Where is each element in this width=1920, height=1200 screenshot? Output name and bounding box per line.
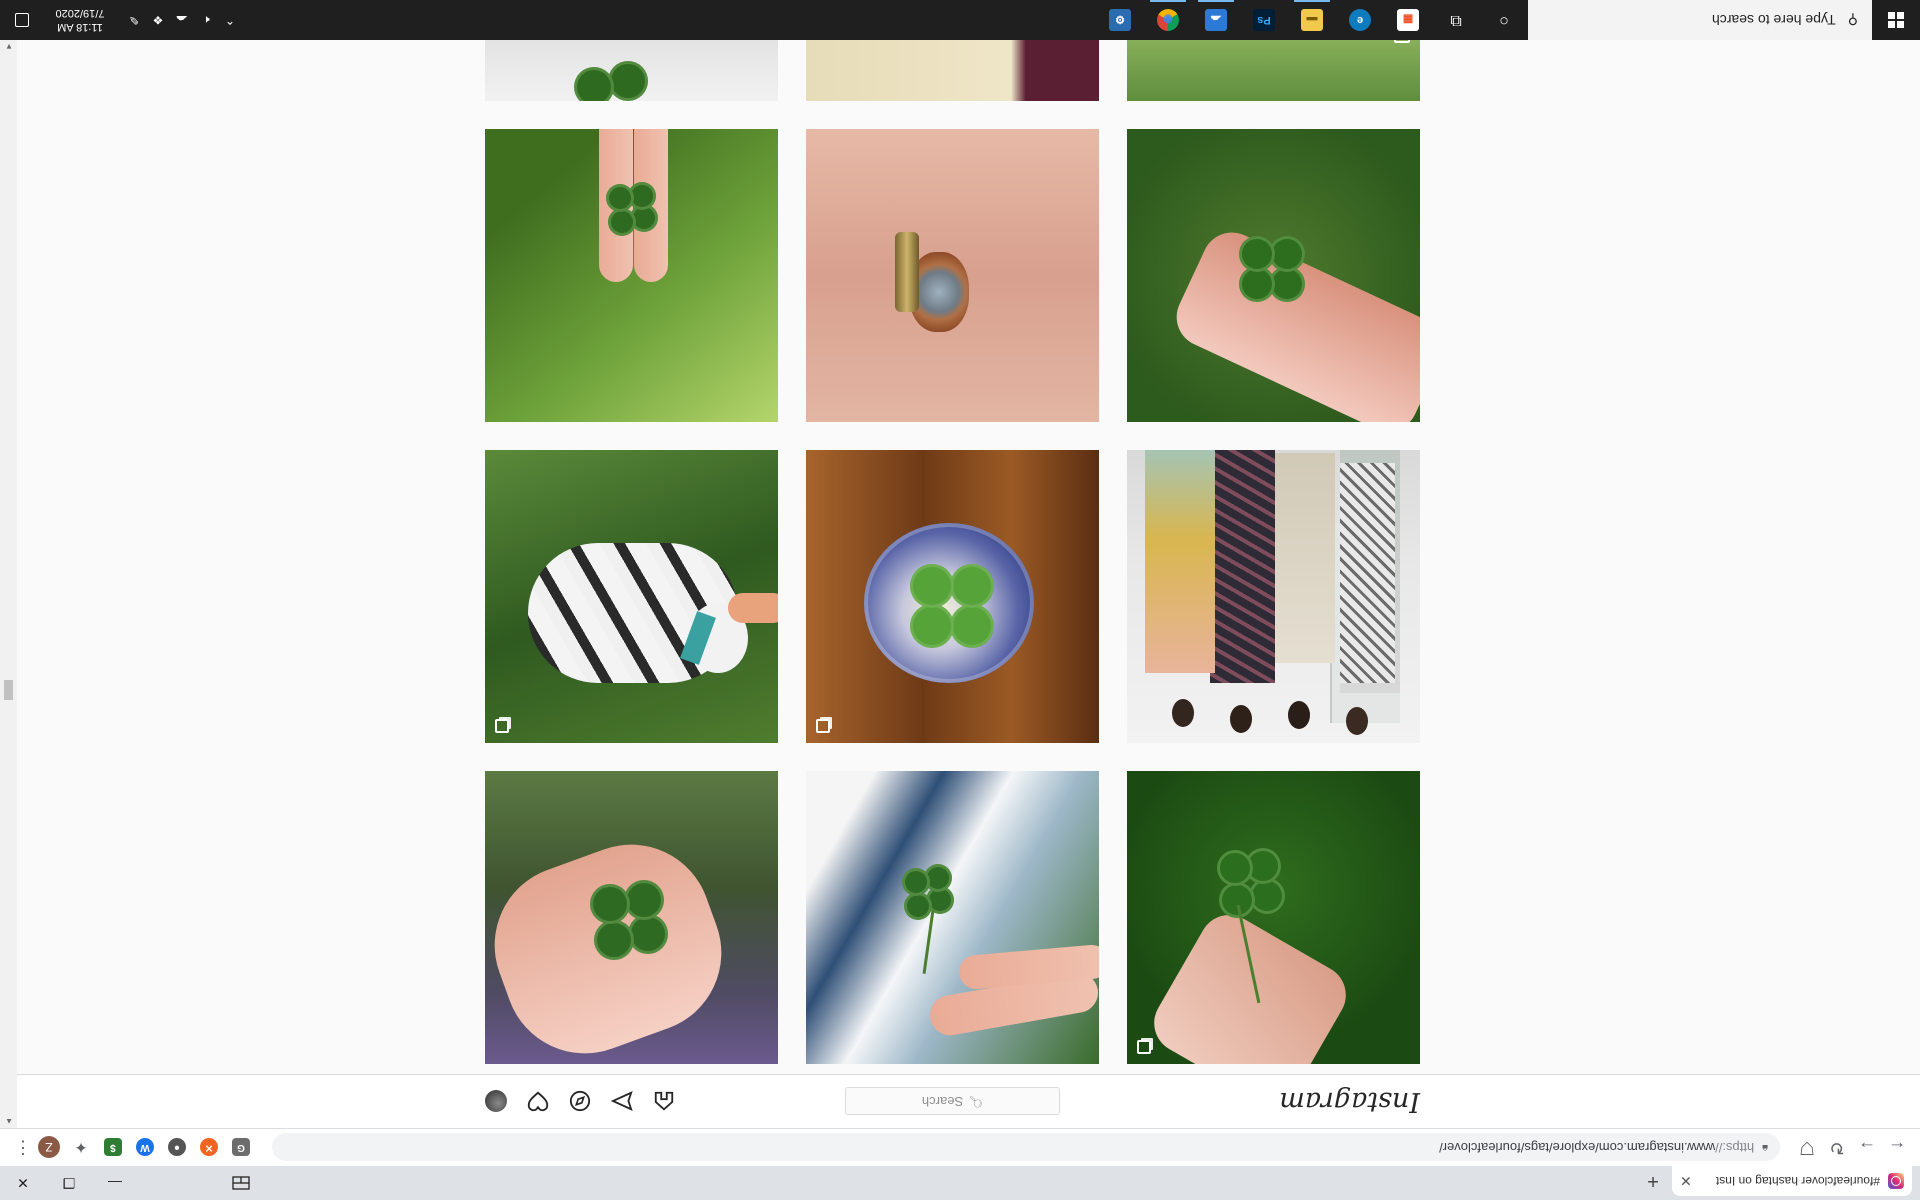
address-bar[interactable]: 🔒︎ https:// www.instagram.com/explore/ta… [272, 1133, 1780, 1162]
multi-post-icon [495, 719, 509, 733]
multi-post-icon [1137, 1040, 1151, 1054]
extensions-puzzle-icon[interactable]: ✦ [68, 1135, 94, 1161]
scroll-up-icon[interactable]: ▲ [5, 1117, 13, 1126]
post-tile[interactable] [806, 450, 1099, 743]
tab-strip: #fourleafclover hashtag on Inst ✕ + — ❐ … [0, 1166, 1920, 1200]
instagram-favicon-icon [1888, 1173, 1904, 1189]
cortana-icon[interactable]: ○ [1480, 0, 1528, 40]
pen-icon[interactable]: ✎ [122, 13, 146, 27]
settings-icon[interactable]: ⚙ [1096, 0, 1144, 40]
windows-logo-icon [1888, 12, 1904, 28]
multi-post-icon [816, 719, 830, 733]
scroll-down-icon[interactable]: ▼ [5, 42, 13, 51]
tab-title: #fourleafclover hashtag on Inst [1715, 1174, 1880, 1188]
post-tile[interactable] [1127, 450, 1420, 743]
search-icon: 🔍︎ [969, 1095, 984, 1107]
browser-tab[interactable]: #fourleafclover hashtag on Inst ✕ [1672, 1166, 1912, 1196]
search-input[interactable]: 🔍︎ Search [845, 1087, 1060, 1116]
taskbar: ⚲ Type here to search ○ ⧉ ▦ e ▬ Ps ☁ ◉ ⚙… [0, 0, 1920, 40]
back-arrow-icon[interactable]: ← [1882, 1133, 1912, 1163]
page-viewport: Instagram 🔍︎ Search [17, 40, 1920, 1128]
system-tray: ⌃ 🔈︎ ☁ ❖ ✎ 11:18 AM 7/19/2020 [0, 0, 242, 40]
reload-icon[interactable]: ↻ [1822, 1133, 1852, 1163]
explore-icon[interactable] [569, 1090, 591, 1114]
scrollbar-thumb[interactable] [4, 680, 13, 700]
url-text: www.instagram.com/explore/tags/fourleafc… [1439, 1140, 1716, 1155]
post-tile[interactable] [806, 129, 1099, 422]
heart-icon[interactable] [527, 1090, 549, 1114]
cloud-icon[interactable]: ☁ [170, 13, 194, 27]
search-placeholder: Search [921, 1094, 964, 1109]
chevron-up-icon[interactable]: ⌃ [218, 13, 242, 27]
extension-money-icon[interactable]: $ [100, 1135, 126, 1161]
browser-toolbar: ← → ↻ ⛉ 🔒︎ https:// www.instagram.com/ex… [0, 1128, 1920, 1166]
windows-start-button[interactable] [1872, 0, 1920, 40]
shield-icon[interactable]: ⛉ [1792, 1133, 1822, 1163]
page-scrollbar[interactable]: ▲ ▼ [0, 40, 17, 1128]
extension-g-icon[interactable]: G [228, 1135, 254, 1161]
post-tile[interactable] [806, 771, 1099, 1064]
extension-orange-icon[interactable]: ✕ [196, 1135, 222, 1161]
post-tile[interactable] [1127, 771, 1420, 1064]
store-icon[interactable]: ▦ [1384, 0, 1432, 40]
taskbar-search-box[interactable]: ⚲ Type here to search [1528, 0, 1872, 40]
search-icon: ⚲ [1847, 12, 1858, 29]
taskbar-search-placeholder: Type here to search [1711, 12, 1836, 28]
post-tile[interactable] [485, 771, 778, 1064]
dropbox-icon[interactable]: ❖ [146, 13, 170, 27]
camera-icon [1394, 40, 1410, 43]
minimize-button[interactable]: — [92, 1166, 138, 1200]
post-tile[interactable] [806, 40, 1099, 101]
tab-close-icon[interactable]: ✕ [1680, 1173, 1692, 1190]
menu-kebab-icon[interactable]: ⋮ [8, 1133, 38, 1163]
extension-circle-icon[interactable]: ● [164, 1135, 190, 1161]
forward-arrow-icon[interactable]: → [1852, 1133, 1882, 1163]
edge-icon[interactable]: e [1336, 0, 1384, 40]
close-window-button[interactable]: ✕ [0, 1166, 46, 1200]
chrome-icon[interactable]: ◉ [1144, 0, 1192, 40]
new-tab-button[interactable]: + [1638, 1166, 1668, 1196]
clock-time: 11:18 AM [57, 21, 103, 33]
post-tile[interactable] [485, 40, 778, 101]
layout-icon[interactable] [218, 1166, 264, 1200]
post-tile[interactable] [485, 129, 778, 422]
messenger-icon[interactable] [611, 1090, 633, 1114]
extension-blue-icon[interactable]: W [132, 1135, 158, 1161]
instagram-navbar: Instagram 🔍︎ Search [17, 1074, 1920, 1128]
profile-avatar[interactable]: Z [38, 1136, 60, 1159]
task-view-icon[interactable]: ⧉ [1432, 0, 1480, 40]
instagram-logo[interactable]: Instagram [1220, 1086, 1420, 1117]
home-icon[interactable] [653, 1090, 675, 1114]
lock-icon: 🔒︎ [1762, 1142, 1768, 1154]
photoshop-icon[interactable]: Ps [1240, 0, 1288, 40]
profile-avatar-icon[interactable] [485, 1090, 507, 1114]
clock-date: 7/19/2020 [55, 7, 105, 19]
file-explorer-icon[interactable]: ▬ [1288, 0, 1336, 40]
speaker-icon[interactable]: 🔈︎ [194, 13, 218, 28]
url-scheme: https:// [1715, 1140, 1755, 1155]
post-tile[interactable] [1127, 40, 1420, 101]
post-tile[interactable] [1127, 129, 1420, 422]
restore-button[interactable]: ❐ [46, 1166, 92, 1200]
photos-icon[interactable]: ☁ [1192, 0, 1240, 40]
post-tile[interactable] [485, 450, 778, 743]
screen: #fourleafclover hashtag on Inst ✕ + — ❐ … [0, 0, 1920, 1200]
clock[interactable]: 11:18 AM 7/19/2020 [44, 6, 116, 34]
notification-center-icon[interactable] [0, 13, 44, 27]
